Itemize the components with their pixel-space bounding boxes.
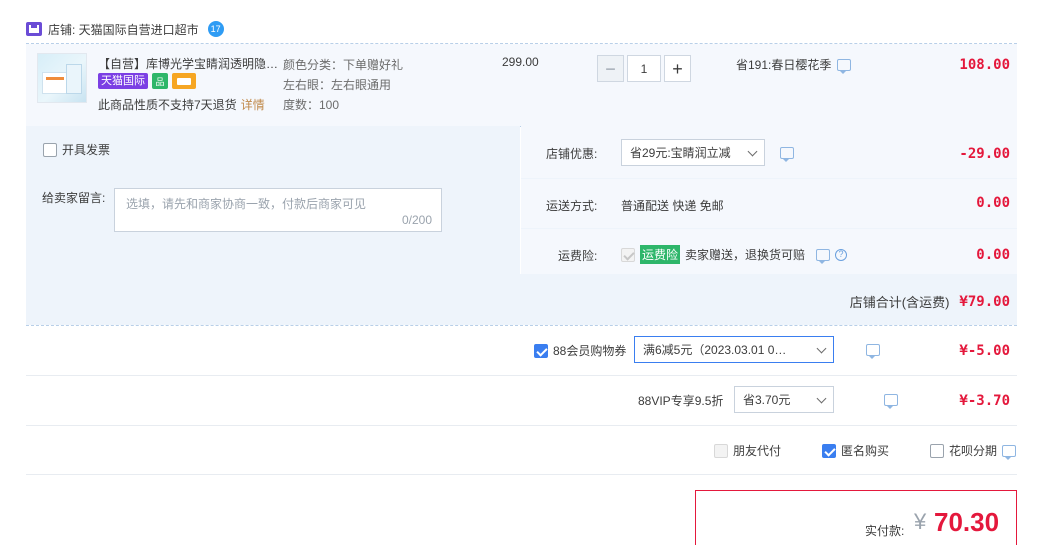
shop-discount-amount: -29.00: [959, 146, 1010, 162]
shop-name-link[interactable]: 店铺: 天猫国际自营进口超市: [48, 21, 199, 38]
help-icon[interactable]: ?: [835, 248, 848, 261]
payment-amount: 70.30: [934, 507, 1000, 537]
shop-subtotal: 店铺合计(含运费) ¥79.00: [850, 292, 1010, 311]
payment-currency: ¥: [914, 509, 927, 534]
quantity-increase-button[interactable]: +: [664, 55, 691, 82]
shop-subtotal-label: 店铺合计(含运费): [849, 295, 950, 310]
insurance-tag: 运费险: [640, 245, 681, 264]
insurance-checkbox: [621, 247, 635, 262]
seller-message-counter: 0/200: [401, 213, 432, 227]
friend-pay-checkbox[interactable]: [714, 443, 728, 458]
product-badges: 天猫国际 品: [98, 73, 196, 89]
coupon-88-amount: ¥-5.00: [959, 343, 1010, 359]
vip-comment-icon[interactable]: [883, 394, 898, 409]
vip-discount-select[interactable]: 省3.70元: [734, 386, 834, 413]
sku-eye: 左右眼：左右眼通用: [283, 78, 392, 92]
vip-discount-amount: ¥-3.70: [959, 393, 1010, 409]
chevron-down-icon: [816, 393, 827, 403]
anonymous-purchase-option[interactable]: 匿名购买: [822, 442, 889, 459]
insurance-option: 运费险 卖家赠送，退换货可赔 ?: [621, 245, 848, 264]
seller-message-label: 给卖家留言:: [42, 191, 106, 205]
shop-discount-select[interactable]: 省29元:宝睛润立减: [621, 139, 765, 166]
delivery-value: 普通配送 快递 免邮: [621, 199, 724, 213]
anonymous-purchase-checkbox[interactable]: [822, 443, 836, 458]
delivery-amount: 0.00: [976, 195, 1010, 211]
coupon-divider: [26, 375, 1017, 376]
return-policy-notice: 此商品性质不支持7天退货 详情: [98, 98, 265, 112]
coupon-88-select[interactable]: 满6减5元（2023.03.01 0…: [634, 336, 834, 363]
chevron-down-icon: [816, 343, 827, 353]
payment-total-box: 实付款: ¥ 70.30: [695, 490, 1017, 545]
tmall-global-badge: 天猫国际: [98, 73, 148, 89]
invoice-option[interactable]: 开具发票: [43, 141, 110, 158]
huabei-installment-option[interactable]: 花呗分期: [930, 442, 1017, 460]
quantity-input[interactable]: 1: [627, 55, 661, 82]
unit-price: 299.00: [502, 55, 539, 69]
sku-power: 度数：100: [283, 98, 340, 112]
options-divider: [26, 474, 1017, 475]
item-subtotal: 108.00: [959, 57, 1010, 73]
invoice-checkbox[interactable]: [43, 142, 57, 157]
shop-header: 店铺: 天猫国际自营进口超市 17: [26, 18, 224, 40]
delivery-label: 运送方式:: [546, 199, 598, 213]
huabei-installment-checkbox[interactable]: [930, 443, 944, 458]
wangwang-chat-icon[interactable]: 17: [207, 21, 224, 37]
chevron-down-icon: [747, 146, 758, 156]
huabei-comment-icon[interactable]: [1002, 444, 1017, 460]
coupon-comment-icon[interactable]: [866, 344, 881, 359]
insurance-amount: 0.00: [976, 247, 1010, 263]
insurance-label: 运费险:: [558, 249, 598, 263]
subtotal-divider: [26, 325, 1017, 326]
payment-label: 实付款:: [865, 524, 905, 538]
seller-message-input[interactable]: 选填，请先和商家协商一致，付款后商家可见 0/200: [114, 188, 442, 232]
quality-badge-icon: 品: [152, 73, 168, 89]
insurance-comment-icon[interactable]: [816, 248, 831, 264]
promo-comment-icon[interactable]: [837, 58, 852, 74]
shop-discount-label: 店铺优惠:: [546, 147, 598, 161]
coupon-88-option[interactable]: 88会员购物券: [534, 342, 626, 359]
shop-discount-comment-icon[interactable]: [780, 147, 794, 162]
quantity-decrease-button[interactable]: −: [597, 55, 624, 82]
product-thumbnail[interactable]: [37, 53, 87, 103]
card-payment-icon: [172, 73, 196, 89]
quantity-stepper: − 1 +: [597, 55, 691, 82]
vip-divider: [26, 425, 1017, 426]
tmall-shop-icon: [26, 22, 42, 36]
shop-subtotal-amount: ¥79.00: [959, 293, 1010, 310]
sku-color: 颜色分类：下单赠好礼: [283, 58, 404, 72]
return-policy-detail-link[interactable]: 详情: [241, 98, 265, 112]
item-promotion: 省191:春日樱花季: [736, 56, 852, 74]
coupon-88-checkbox[interactable]: [534, 343, 548, 358]
vip-discount-label: 88VIP专享9.5折: [638, 394, 724, 408]
friend-pay-option[interactable]: 朋友代付: [714, 442, 781, 459]
seller-message-placeholder: 选填，请先和商家协商一致，付款后商家可见: [126, 197, 367, 211]
product-title-link[interactable]: 【自营】库博光学宝睛润透明隐…: [98, 55, 278, 72]
